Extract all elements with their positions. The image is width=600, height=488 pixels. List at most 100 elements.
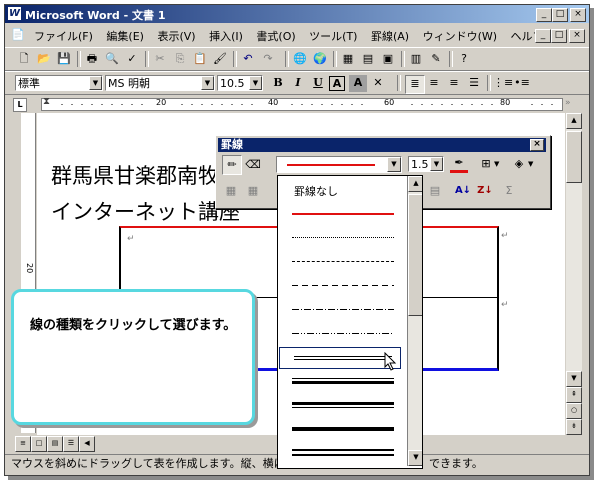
print-layout-icon[interactable]: ▤ <box>47 436 63 452</box>
chevron-down-icon[interactable]: ▼ <box>201 76 214 90</box>
normal-view-icon[interactable]: ≡ <box>15 436 31 452</box>
menu-file[interactable]: ファイル(F) <box>29 25 98 45</box>
maximize-button[interactable]: □ <box>552 8 568 22</box>
italic-button[interactable]: I <box>289 75 307 92</box>
align-justify-icon[interactable]: ≣ <box>405 75 425 94</box>
chevron-down-icon[interactable]: ▼ <box>387 157 401 172</box>
paste-icon[interactable]: 📋 <box>191 51 209 68</box>
doc-line-2[interactable]: インターネット講座 <box>51 196 240 226</box>
new-document-icon[interactable]: 🗋 <box>15 51 33 68</box>
web-toolbar-icon[interactable]: 🌍 <box>311 51 329 68</box>
print-icon[interactable]: 🖶 <box>83 51 101 68</box>
line-width-combo[interactable]: 1.5 ▼ <box>408 156 444 172</box>
web-view-icon[interactable]: □ <box>31 436 47 452</box>
chevron-down-icon[interactable]: ▼ <box>89 76 102 90</box>
copy-icon[interactable]: ⎘ <box>171 51 189 68</box>
line-style-option-solid[interactable] <box>278 203 402 225</box>
eraser-icon[interactable]: ⌫ <box>244 156 262 174</box>
ruler-scale[interactable]: 20 40 60 80 ⧗ <box>41 96 563 111</box>
tab-selector-icon[interactable]: L <box>13 98 27 112</box>
draw-table-pencil-icon[interactable]: ✏ <box>222 155 242 175</box>
scroll-left-icon[interactable]: ◀ <box>79 436 95 452</box>
dropdown-scrollbar[interactable]: ▲ ▼ <box>407 176 422 466</box>
autoformat-icon[interactable]: ▤ <box>426 182 444 200</box>
line-style-option-dashed-fine[interactable] <box>278 251 402 273</box>
menu-view[interactable]: 表示(V) <box>152 25 200 45</box>
line-style-option-none[interactable]: 罫線なし <box>278 179 402 201</box>
line-style-combo[interactable]: ▼ <box>276 156 402 173</box>
split-cells-icon[interactable]: ▦ <box>244 182 262 200</box>
font-combo[interactable]: MS 明朝 ▼ <box>105 75 215 91</box>
line-style-option-triple[interactable] <box>278 443 402 465</box>
insert-table-icon[interactable]: ▤ <box>359 51 377 68</box>
borders-close-button[interactable]: × <box>530 139 544 151</box>
character-border-button[interactable]: A <box>329 76 345 91</box>
line-style-dropdown[interactable]: 罫線なし ▲ ▼ <box>277 175 423 469</box>
doc-icon[interactable]: 📄 <box>11 28 25 41</box>
menu-tools[interactable]: ツール(T) <box>304 25 362 45</box>
line-style-option-thick-thin[interactable] <box>278 395 402 417</box>
doc-restore-button[interactable]: □ <box>551 29 567 43</box>
prev-page-icon[interactable]: ⇞ <box>566 387 582 403</box>
emphasis-mark-icon[interactable]: ✕ <box>369 75 387 92</box>
format-painter-icon[interactable]: 🖌 <box>211 51 229 68</box>
word-app-icon[interactable]: W <box>8 7 21 20</box>
line-style-option-thin-thick[interactable] <box>278 371 402 393</box>
numbering-icon[interactable]: ⋮≡ <box>493 75 513 92</box>
indent-marker-icon[interactable]: ⧗ <box>43 96 50 107</box>
menu-edit[interactable]: 編集(E) <box>101 25 149 45</box>
style-combo[interactable]: 標準 ▼ <box>15 75 103 91</box>
scroll-up-icon[interactable]: ▲ <box>408 176 422 192</box>
font-size-combo[interactable]: 10.5 ▼ <box>217 75 263 91</box>
spelling-icon[interactable]: ✓ <box>123 51 141 68</box>
undo-icon[interactable]: ↶ <box>239 51 257 68</box>
help-icon[interactable]: ? <box>455 51 473 68</box>
borders-toolbar-title-bar[interactable]: 罫線 × <box>218 138 546 152</box>
doc-close-button[interactable]: × <box>569 29 585 43</box>
menu-table[interactable]: 罫線(A) <box>366 25 414 45</box>
character-shading-button[interactable]: A <box>349 75 367 92</box>
chevron-down-icon[interactable]: ▼ <box>528 156 538 172</box>
line-style-option-double-selected[interactable] <box>279 347 401 369</box>
dropdown-scroll-thumb[interactable] <box>408 194 422 316</box>
open-folder-icon[interactable]: 📂 <box>35 51 53 68</box>
outside-border-icon[interactable]: ⊞ <box>478 156 494 172</box>
vertical-scrollbar[interactable]: ▲ ▼ ⇞ ○ ⇟ <box>566 113 582 435</box>
sort-ascending-icon[interactable]: A↓ <box>454 182 472 200</box>
line-style-option-dash-dot[interactable] <box>278 299 402 321</box>
print-preview-icon[interactable]: 🔍 <box>103 51 121 68</box>
scroll-down-icon[interactable]: ▼ <box>566 371 582 387</box>
hyperlink-icon[interactable]: 🌐 <box>291 51 309 68</box>
redo-icon[interactable]: ↷ <box>259 51 277 68</box>
doc-minimize-button[interactable]: _ <box>535 29 551 43</box>
border-color-pen-icon[interactable]: ✒ <box>450 155 468 173</box>
menu-format[interactable]: 書式(O) <box>251 25 300 45</box>
minimize-button[interactable]: _ <box>536 8 552 22</box>
bullets-icon[interactable]: •≡ <box>513 75 531 92</box>
underline-button[interactable]: U <box>309 75 327 92</box>
browse-object-icon[interactable]: ○ <box>566 403 582 419</box>
save-icon[interactable]: 💾 <box>55 51 73 68</box>
line-style-option-thick[interactable] <box>278 419 402 441</box>
scroll-down-icon[interactable]: ▼ <box>408 450 422 466</box>
menu-insert[interactable]: 挿入(I) <box>204 25 248 45</box>
close-button[interactable]: × <box>570 8 586 22</box>
next-page-icon[interactable]: ⇟ <box>566 419 582 435</box>
line-style-option-dashed[interactable] <box>278 275 402 297</box>
scroll-thumb[interactable] <box>566 131 582 183</box>
sort-descending-icon[interactable]: Z↓ <box>476 182 494 200</box>
chevron-down-icon[interactable]: ▼ <box>430 157 443 171</box>
more-buttons-icon[interactable]: » <box>565 98 571 108</box>
columns-icon[interactable]: ▥ <box>407 51 425 68</box>
distributed-icon[interactable]: ☰ <box>465 75 483 92</box>
line-style-option-dash-dot-dot[interactable] <box>278 323 402 345</box>
autosum-icon[interactable]: Σ <box>500 182 518 200</box>
align-center-icon[interactable]: ≡ <box>425 75 443 92</box>
drawing-icon[interactable]: ✎ <box>427 51 445 68</box>
chevron-down-icon[interactable]: ▼ <box>249 76 262 90</box>
scroll-up-icon[interactable]: ▲ <box>566 113 582 129</box>
shading-color-icon[interactable]: ◈ <box>510 156 528 172</box>
bold-button[interactable]: B <box>269 75 287 92</box>
doc-line-1[interactable]: 群馬県甘楽郡南牧 <box>51 160 219 190</box>
line-style-option-dotted[interactable] <box>278 227 402 249</box>
